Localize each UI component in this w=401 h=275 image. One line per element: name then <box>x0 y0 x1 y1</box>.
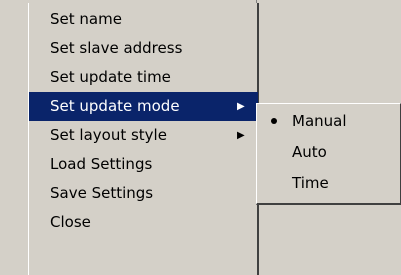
menu-item-label: Save Settings <box>50 184 154 202</box>
menu-item-set-name[interactable]: Set name <box>29 5 258 34</box>
menu-item-set-update-time[interactable]: Set update time <box>29 63 258 92</box>
submenu-arrow-icon: ▶ <box>237 101 245 112</box>
update-mode-submenu: Manual Auto Time <box>256 103 401 205</box>
menu-item-label: Close <box>50 213 91 231</box>
menu-item-set-slave-address[interactable]: Set slave address <box>29 34 258 63</box>
menu-item-save-settings[interactable]: Save Settings <box>29 179 258 208</box>
menu-item-label: Load Settings <box>50 155 153 173</box>
menu-item-load-settings[interactable]: Load Settings <box>29 150 258 179</box>
submenu-item-auto[interactable]: Auto <box>257 137 400 167</box>
menu-item-label: Set slave address <box>50 39 183 57</box>
submenu-arrow-icon: ▶ <box>237 130 245 141</box>
submenu-item-label: Time <box>292 174 329 192</box>
submenu-item-time[interactable]: Time <box>257 168 400 198</box>
menu-item-close[interactable]: Close <box>29 208 258 237</box>
menu-item-set-layout-style[interactable]: Set layout style ▶ <box>29 121 258 150</box>
menu-item-label: Set name <box>50 10 122 28</box>
menu-item-label: Set update time <box>50 68 171 86</box>
submenu-item-label: Auto <box>292 143 327 161</box>
menu-item-label: Set layout style <box>50 126 167 144</box>
submenu-item-label: Manual <box>292 112 347 130</box>
submenu-item-manual[interactable]: Manual <box>257 106 400 136</box>
menu-item-label: Set update mode <box>50 97 180 115</box>
menu-item-set-update-mode[interactable]: Set update mode ▶ <box>29 92 258 121</box>
context-menu: Set name Set slave address Set update ti… <box>28 3 259 275</box>
radio-bullet-icon <box>271 118 277 124</box>
